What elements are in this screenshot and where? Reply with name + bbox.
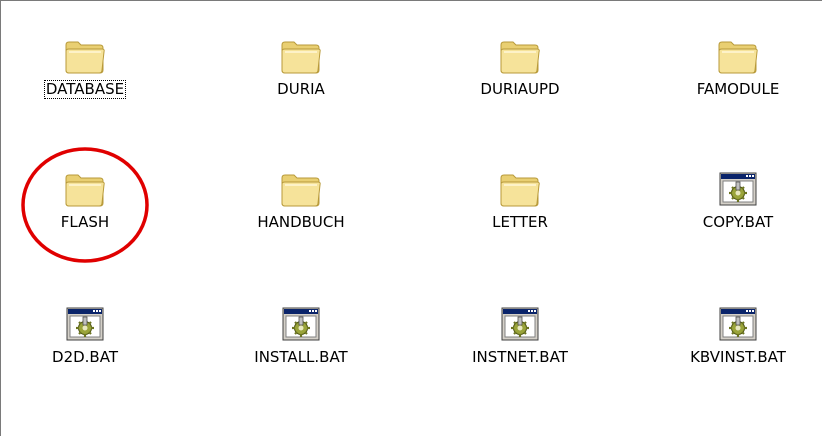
item-label: LETTER [492, 213, 548, 231]
folder-item-flash[interactable]: FLASH [5, 156, 165, 256]
item-label: HANDBUCH [257, 213, 345, 231]
folder-item-famodule[interactable]: FAMODULE [658, 23, 818, 123]
batch-file-icon [494, 291, 546, 343]
folder-icon [275, 156, 327, 208]
icon-grid: DATABASE DURIA DURIAUPD FAMODULE FLASH H… [1, 1, 822, 436]
item-label: FLASH [60, 213, 110, 231]
item-label: D2D.BAT [52, 348, 118, 366]
batch-file-icon [712, 291, 764, 343]
batch-file-icon [275, 291, 327, 343]
item-label: DURIA [277, 80, 325, 98]
file-item-instnet-bat[interactable]: INSTNET.BAT [440, 291, 600, 391]
folder-item-duriaupd[interactable]: DURIAUPD [440, 23, 600, 123]
file-item-d2d-bat[interactable]: D2D.BAT [5, 291, 165, 391]
item-label: KBVINST.BAT [690, 348, 786, 366]
file-item-kbvinst-bat[interactable]: KBVINST.BAT [658, 291, 818, 391]
file-item-copy-bat[interactable]: COPY.BAT [658, 156, 818, 256]
item-label: COPY.BAT [702, 213, 774, 231]
file-explorer-pane: DATABASE DURIA DURIAUPD FAMODULE FLASH H… [0, 0, 822, 436]
item-label: DURIAUPD [480, 80, 560, 98]
batch-file-icon [59, 291, 111, 343]
item-label: INSTNET.BAT [472, 348, 568, 366]
folder-item-duria[interactable]: DURIA [221, 23, 381, 123]
folder-icon [494, 156, 546, 208]
item-label: DATABASE [43, 80, 127, 99]
folder-icon [59, 156, 111, 208]
folder-item-letter[interactable]: LETTER [440, 156, 600, 256]
item-label: INSTALL.BAT [254, 348, 348, 366]
file-item-install-bat[interactable]: INSTALL.BAT [221, 291, 381, 391]
folder-icon [712, 23, 764, 75]
folder-item-database[interactable]: DATABASE [5, 23, 165, 123]
item-label: FAMODULE [696, 80, 780, 98]
folder-icon [494, 23, 546, 75]
batch-file-icon [712, 156, 764, 208]
folder-icon [275, 23, 327, 75]
folder-icon [59, 23, 111, 75]
folder-item-handbuch[interactable]: HANDBUCH [221, 156, 381, 256]
